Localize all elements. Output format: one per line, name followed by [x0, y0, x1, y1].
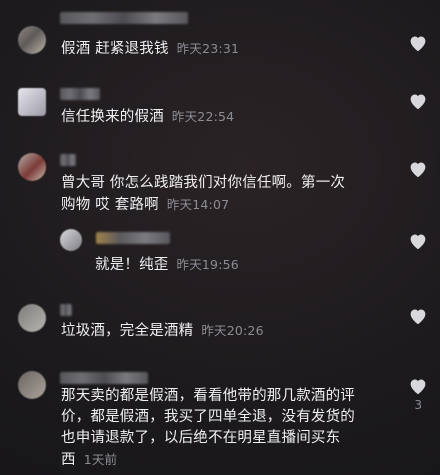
avatar[interactable]: [18, 26, 46, 54]
username-blurred[interactable]: [60, 12, 188, 24]
username-blurred[interactable]: [60, 372, 148, 384]
heart-icon[interactable]: [408, 34, 428, 52]
reply-time: 昨天19:56: [176, 257, 239, 272]
heart-icon[interactable]: [408, 307, 428, 325]
comment-time: 昨天22:54: [171, 109, 235, 124]
comment-text: 那天卖的都是假酒，看看他带的那几款酒的评 价，都是假酒，我买了四单全退，没有发货…: [61, 388, 355, 468]
comment-time: 昨天20:26: [201, 323, 264, 338]
username-blurred[interactable]: [60, 304, 72, 316]
comment-time: 昨天14:07: [166, 197, 230, 212]
avatar[interactable]: [18, 304, 46, 332]
heart-icon[interactable]: [408, 232, 428, 250]
comment-text: 假酒 赶紧退我钱 昨天23:31: [61, 41, 240, 57]
avatar[interactable]: [18, 153, 46, 181]
username-blurred[interactable]: [60, 88, 100, 100]
heart-icon[interactable]: [408, 92, 428, 110]
comment-text: 垃圾酒，完全是酒精 昨天20:26: [61, 323, 264, 339]
comment-time: 1天前: [83, 452, 118, 467]
comment-text: 曾大哥 你怎么践踏我们对你信任啊。第一次 购物 哎 套路啊 昨天14:07: [61, 175, 346, 213]
reply-username-blurred[interactable]: [96, 232, 170, 244]
heart-icon[interactable]: [408, 160, 428, 178]
heart-icon[interactable]: [408, 377, 428, 395]
comment-text: 信任换来的假酒 昨天22:54: [61, 109, 235, 125]
reply-text: 就是！纯歪 昨天19:56: [95, 257, 239, 273]
avatar[interactable]: [18, 371, 46, 399]
avatar[interactable]: [18, 88, 46, 116]
like-count: 3: [414, 398, 422, 412]
reply-avatar[interactable]: [60, 229, 82, 251]
comment-time: 昨天23:31: [176, 41, 240, 56]
username-blurred[interactable]: [60, 154, 76, 166]
